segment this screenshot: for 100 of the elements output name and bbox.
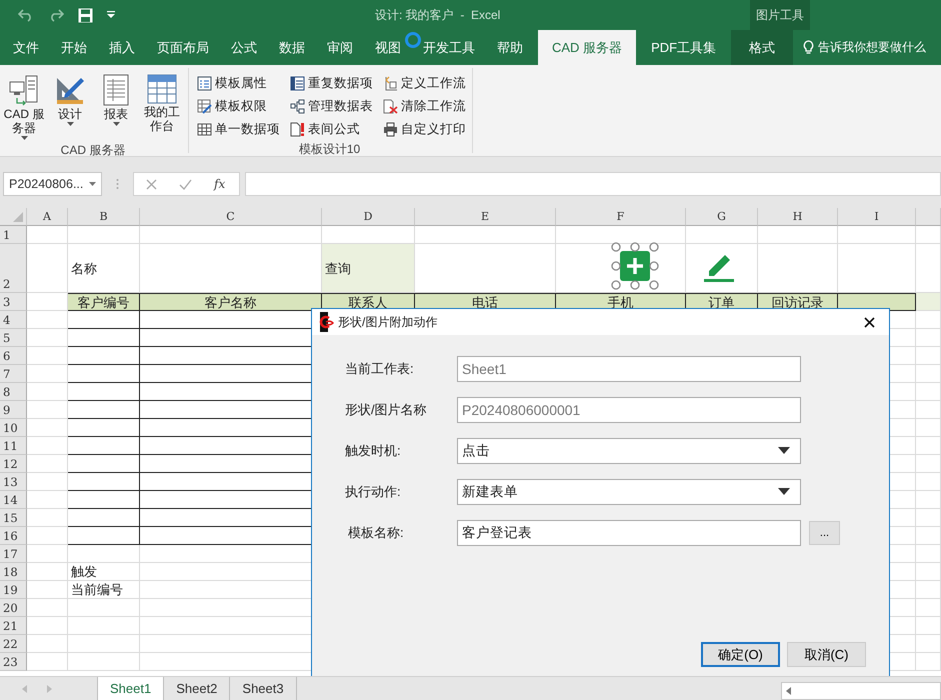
ribbon-tab[interactable]: 格式	[731, 30, 794, 65]
row-header[interactable]: 22	[0, 635, 27, 653]
scroll-right-icon[interactable]	[47, 684, 52, 692]
spreadsheet-cell[interactable]	[68, 437, 140, 455]
column-header[interactable]: C	[140, 208, 322, 226]
spreadsheet-cell[interactable]	[68, 509, 140, 527]
redo-icon[interactable]	[48, 8, 64, 22]
horizontal-scrollbar[interactable]	[781, 682, 941, 700]
column-header[interactable]: E	[415, 208, 556, 226]
input-field[interactable]: Sheet1	[457, 356, 801, 382]
column-header[interactable]	[916, 208, 941, 226]
undo-icon[interactable]	[18, 8, 34, 22]
spreadsheet-cell[interactable]	[68, 311, 140, 329]
column-header[interactable]: H	[758, 208, 838, 226]
row-header[interactable]: 3	[0, 293, 27, 311]
ribbon-button[interactable]: 重复数据项	[288, 72, 375, 95]
ribbon-button[interactable]: 单一数据项	[195, 118, 282, 141]
row-header[interactable]: 13	[0, 473, 27, 491]
spreadsheet-cell[interactable]	[68, 455, 140, 473]
ribbon-tab[interactable]: 数据	[268, 30, 316, 65]
spreadsheet-cell[interactable]	[68, 383, 140, 401]
column-header[interactable]: D	[322, 208, 415, 226]
row-header[interactable]: 9	[0, 401, 27, 419]
ribbon-button[interactable]: 模板权限	[195, 95, 282, 118]
row-header[interactable]: 2	[0, 244, 27, 293]
spreadsheet-cell[interactable]	[68, 329, 140, 347]
row-header[interactable]: 18	[0, 563, 27, 581]
spreadsheet-cell[interactable]: 触发	[68, 563, 140, 581]
input-field[interactable]: 客户登记表	[457, 520, 801, 546]
row-header[interactable]: 10	[0, 419, 27, 437]
tell-me-field[interactable]: 告诉我你想要做什么	[818, 39, 926, 56]
ribbon-tab[interactable]: 视图	[364, 30, 412, 65]
spreadsheet-cell[interactable]: 当前编号	[68, 581, 140, 599]
spreadsheet-cell[interactable]	[68, 491, 140, 509]
dialog-button[interactable]: 确定(O)	[701, 642, 780, 667]
ribbon-tab[interactable]: 帮助	[486, 30, 534, 65]
row-header[interactable]: 1	[0, 226, 27, 244]
spreadsheet-cell[interactable]: 客户编号	[68, 293, 140, 311]
select-all-icon[interactable]	[13, 212, 23, 222]
spreadsheet-cell[interactable]	[68, 401, 140, 419]
column-header[interactable]: F	[556, 208, 686, 226]
ribbon-button[interactable]: 管理数据表	[288, 95, 375, 118]
column-header[interactable]: B	[68, 208, 140, 226]
check-icon[interactable]	[179, 178, 192, 190]
ribbon-tab[interactable]: CAD 服务器	[538, 30, 636, 65]
close-icon[interactable]	[864, 316, 875, 328]
spreadsheet-cell[interactable]	[68, 473, 140, 491]
ribbon-button[interactable]: 清除工作流	[381, 95, 468, 118]
spreadsheet-cell[interactable]	[68, 347, 140, 365]
formula-input[interactable]	[245, 172, 941, 196]
row-header[interactable]: 5	[0, 329, 27, 347]
ribbon-button[interactable]: 报表	[94, 72, 138, 128]
save-icon[interactable]	[78, 8, 93, 22]
ribbon-tab[interactable]: 公式	[220, 30, 268, 65]
row-header[interactable]: 14	[0, 491, 27, 509]
ribbon-button[interactable]: 我的工作台	[140, 72, 184, 135]
add-button-shape[interactable]	[611, 242, 659, 290]
cancel-icon[interactable]	[146, 178, 157, 190]
spreadsheet-cell[interactable]	[68, 527, 140, 545]
splitter-handle-icon[interactable]	[116, 178, 119, 190]
customize-caret-icon[interactable]	[107, 11, 115, 19]
column-header[interactable]: A	[27, 208, 68, 226]
row-header[interactable]: 11	[0, 437, 27, 455]
ribbon-button[interactable]: 自定义打印	[381, 118, 468, 141]
row-header[interactable]: 17	[0, 545, 27, 563]
spreadsheet-cell[interactable]	[68, 419, 140, 437]
row-header[interactable]: 8	[0, 383, 27, 401]
ribbon-tab[interactable]: 页面布局	[146, 30, 220, 65]
column-header[interactable]: I	[838, 208, 916, 226]
ribbon-tab[interactable]: 审阅	[316, 30, 364, 65]
row-header[interactable]: 12	[0, 455, 27, 473]
name-box[interactable]: P20240806...	[3, 172, 102, 196]
browse-button[interactable]: ...	[809, 520, 840, 544]
spreadsheet-cell[interactable]	[68, 365, 140, 383]
row-header[interactable]: 20	[0, 599, 27, 617]
ribbon-tab[interactable]: 文件	[2, 30, 50, 65]
ribbon-button[interactable]: 定义工作流	[381, 72, 468, 95]
row-header[interactable]: 15	[0, 509, 27, 527]
row-header[interactable]: 23	[0, 653, 27, 671]
row-header[interactable]: 7	[0, 365, 27, 383]
sheet-tab[interactable]: Sheet1	[97, 677, 164, 700]
row-header[interactable]: 16	[0, 527, 27, 545]
row-header[interactable]: 21	[0, 617, 27, 635]
ribbon-tab[interactable]: PDF工具集	[640, 30, 728, 65]
dropdown-field[interactable]: 新建表单	[457, 478, 801, 504]
dropdown-field[interactable]: 点击	[457, 438, 801, 464]
insert-function-button[interactable]: fx	[214, 177, 226, 191]
spreadsheet-cell[interactable]: 查询	[322, 244, 415, 293]
ribbon-tab[interactable]: 开始	[50, 30, 98, 65]
ribbon-button[interactable]: 模板属性	[195, 72, 282, 95]
ribbon-tab[interactable]: 开发工具	[412, 30, 486, 65]
dialog-button[interactable]: 取消(C)	[787, 642, 866, 667]
scroll-left-icon[interactable]	[786, 687, 791, 695]
row-header[interactable]: 6	[0, 347, 27, 365]
ribbon-button[interactable]: CAD 服务器	[2, 72, 46, 142]
row-header[interactable]: 19	[0, 581, 27, 599]
ribbon-button[interactable]: 设计	[48, 72, 92, 128]
input-field[interactable]: P20240806000001	[457, 396, 801, 422]
ribbon-button[interactable]: 表间公式	[288, 118, 375, 141]
ribbon-tab[interactable]: 插入	[98, 30, 146, 65]
